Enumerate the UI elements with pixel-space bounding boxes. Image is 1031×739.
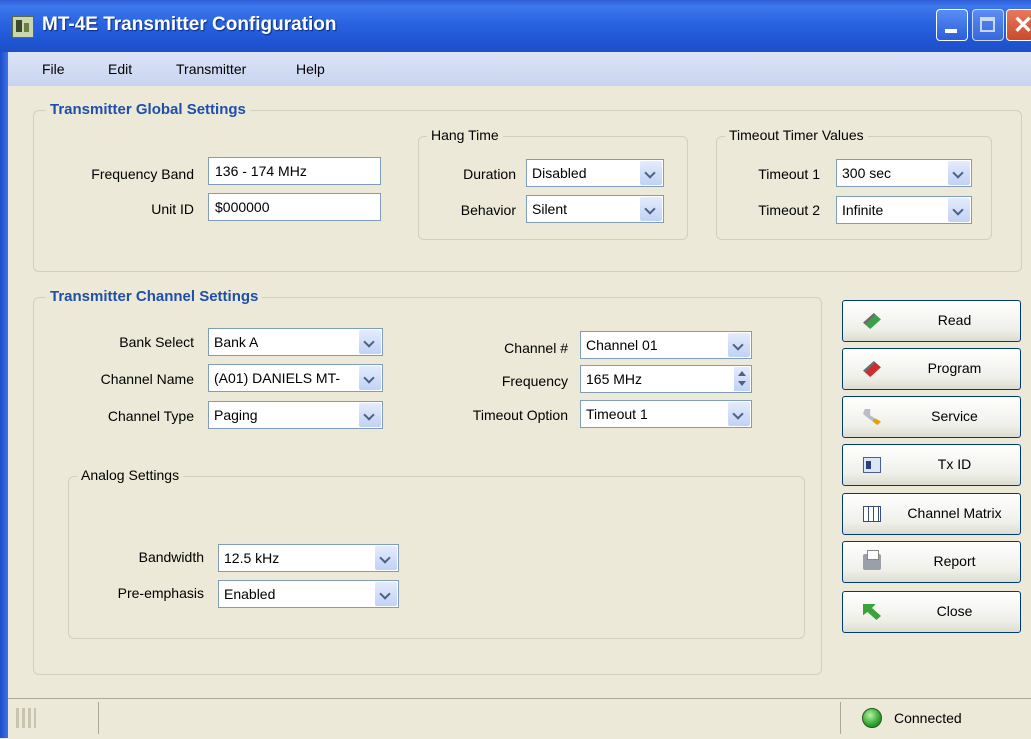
channel-matrix-button[interactable]: Channel Matrix xyxy=(842,493,1021,535)
menu-file[interactable]: File xyxy=(42,61,65,77)
table-icon xyxy=(863,506,881,522)
bandwidth-label: Bandwidth xyxy=(138,549,204,565)
channel-type-value: Paging xyxy=(214,407,258,423)
frequency-band-field[interactable]: 136 - 174 MHz xyxy=(208,157,381,185)
service-button[interactable]: Service xyxy=(842,396,1021,438)
report-button[interactable]: Report xyxy=(842,541,1021,583)
chevron-down-icon[interactable] xyxy=(375,546,397,570)
read-button-label: Read xyxy=(937,312,972,328)
channel-name-select[interactable]: (A01) DANIELS MT- xyxy=(208,364,383,392)
timeout1-select[interactable]: 300 sec xyxy=(836,159,972,187)
bandwidth-value: 12.5 kHz xyxy=(224,550,280,566)
channel-number-label: Channel # xyxy=(504,340,568,356)
preemphasis-value: Enabled xyxy=(224,586,276,602)
status-panel-divider xyxy=(98,702,99,734)
chevron-down-icon[interactable] xyxy=(359,330,381,354)
timeout2-label: Timeout 2 xyxy=(758,202,820,218)
status-panel-divider xyxy=(840,702,841,734)
wrench-icon xyxy=(863,409,881,425)
timeout2-value: Infinite xyxy=(842,202,884,218)
chevron-down-icon[interactable] xyxy=(728,402,750,426)
program-button[interactable]: Program xyxy=(842,348,1021,390)
analog-settings-title: Analog Settings xyxy=(77,467,184,483)
menu-edit[interactable]: Edit xyxy=(108,61,132,77)
bank-select-label: Bank Select xyxy=(119,334,194,350)
title-bar[interactable]: MT-4E Transmitter Configuration ✕ xyxy=(0,0,1031,52)
bank-select[interactable]: Bank A xyxy=(208,328,383,356)
channel-type-select[interactable]: Paging xyxy=(208,401,383,429)
duration-label: Duration xyxy=(463,166,516,182)
timeout-option-label: Timeout Option xyxy=(472,407,568,423)
duration-value: Disabled xyxy=(532,165,587,181)
connection-status-icon xyxy=(862,708,882,728)
preemphasis-select[interactable]: Enabled xyxy=(218,580,399,608)
service-button-label: Service xyxy=(931,408,978,424)
close-icon: ✕ xyxy=(1013,12,1031,39)
report-button-label: Report xyxy=(933,553,976,569)
behavior-select[interactable]: Silent xyxy=(526,195,664,223)
timeout-option-value: Timeout 1 xyxy=(586,406,648,422)
frequency-label: Frequency xyxy=(501,373,568,389)
app-window: MT-4E Transmitter Configuration ✕ File E… xyxy=(0,0,1031,739)
timeout1-label: Timeout 1 xyxy=(758,166,820,182)
behavior-label: Behavior xyxy=(460,202,516,218)
chevron-down-icon[interactable] xyxy=(640,197,662,221)
read-chip-icon xyxy=(863,313,881,329)
connection-status-text: Connected xyxy=(894,710,962,726)
timeout-timer-title: Timeout Timer Values xyxy=(725,127,868,143)
exit-arrow-icon xyxy=(863,604,881,620)
frequency-value: 165 MHz xyxy=(586,371,643,387)
maximize-button[interactable] xyxy=(972,9,1004,41)
status-grip-icon xyxy=(16,708,36,728)
frequency-band-label: Frequency Band xyxy=(91,166,194,182)
channel-number-value: Channel 01 xyxy=(586,337,658,353)
chevron-down-icon[interactable] xyxy=(359,403,381,427)
bandwidth-select[interactable]: 12.5 kHz xyxy=(218,544,399,572)
close-button-label: Close xyxy=(936,603,973,619)
menu-bar: File Edit Transmitter Help xyxy=(8,52,1031,86)
close-button[interactable]: Close xyxy=(842,591,1021,633)
channel-number-select[interactable]: Channel 01 xyxy=(580,331,752,359)
txid-button-label: Tx ID xyxy=(937,456,972,472)
program-button-label: Program xyxy=(927,360,982,376)
minimize-button[interactable] xyxy=(936,9,968,41)
menu-help[interactable]: Help xyxy=(296,61,325,77)
unit-id-label: Unit ID xyxy=(151,201,194,217)
channel-name-label: Channel Name xyxy=(100,371,194,387)
timeout1-value: 300 sec xyxy=(842,165,892,181)
channel-name-value: (A01) DANIELS MT- xyxy=(214,370,341,386)
chevron-down-icon[interactable] xyxy=(359,366,381,390)
spinner-arrows-icon[interactable] xyxy=(734,367,750,391)
window-frame xyxy=(0,52,8,738)
global-settings-title: Transmitter Global Settings xyxy=(46,101,250,118)
frequency-stepper[interactable]: 165 MHz xyxy=(580,365,752,393)
id-card-icon xyxy=(863,457,881,473)
read-button[interactable]: Read xyxy=(842,300,1021,342)
channel-matrix-button-label: Channel Matrix xyxy=(907,505,1002,521)
txid-button[interactable]: Tx ID xyxy=(842,444,1021,486)
hang-time-group: Hang Time xyxy=(418,127,688,240)
channel-settings-title: Transmitter Channel Settings xyxy=(46,288,263,305)
timeout-option-select[interactable]: Timeout 1 xyxy=(580,400,752,428)
duration-select[interactable]: Disabled xyxy=(526,159,664,187)
menu-transmitter[interactable]: Transmitter xyxy=(176,61,246,77)
unit-id-field[interactable]: $000000 xyxy=(208,193,381,221)
preemphasis-label: Pre-emphasis xyxy=(117,585,204,601)
chevron-down-icon[interactable] xyxy=(948,198,970,222)
hang-time-title: Hang Time xyxy=(427,127,503,143)
program-chip-icon xyxy=(863,361,881,377)
channel-type-label: Channel Type xyxy=(107,408,194,424)
close-window-button[interactable]: ✕ xyxy=(1006,9,1031,41)
timeout-timer-group: Timeout Timer Values xyxy=(716,127,992,240)
chevron-down-icon[interactable] xyxy=(375,582,397,606)
chevron-down-icon[interactable] xyxy=(728,333,750,357)
bank-select-value: Bank A xyxy=(214,334,259,350)
timeout2-select[interactable]: Infinite xyxy=(836,196,972,224)
chevron-down-icon[interactable] xyxy=(640,161,662,185)
app-icon[interactable] xyxy=(12,16,34,38)
window-title: MT-4E Transmitter Configuration xyxy=(42,14,337,35)
chevron-down-icon[interactable] xyxy=(948,161,970,185)
printer-icon xyxy=(863,550,881,570)
behavior-value: Silent xyxy=(532,201,568,217)
